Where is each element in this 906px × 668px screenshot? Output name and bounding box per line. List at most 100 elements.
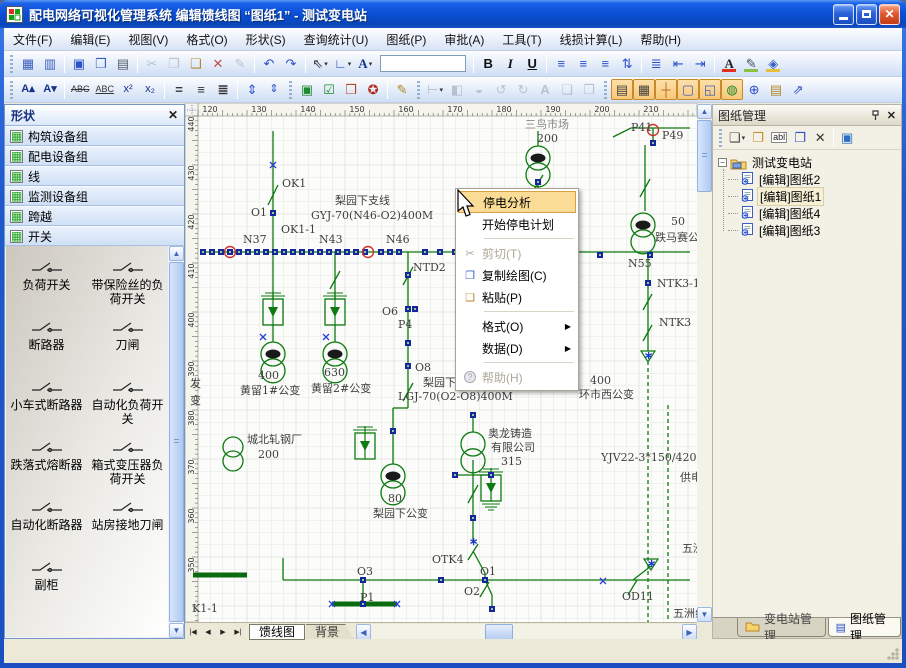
outdent-button[interactable]: ⇤: [667, 53, 689, 74]
context-item-7[interactable]: 格式(O)▶: [458, 315, 576, 337]
line-spacing-3-button[interactable]: ≣: [212, 79, 234, 100]
preview-button[interactable]: ❒: [90, 53, 112, 74]
tree-root[interactable]: − 测试变电站: [715, 154, 899, 171]
vscroll-thumb[interactable]: [697, 120, 712, 192]
highlight-button[interactable]: ✎: [740, 53, 762, 74]
minimize-button[interactable]: [833, 4, 854, 25]
shapes-scrollbar[interactable]: ▲ ▼: [169, 246, 184, 638]
print-button[interactable]: ▤: [112, 53, 134, 74]
scroll-up-icon[interactable]: ▲: [169, 246, 184, 261]
underline-button[interactable]: U: [521, 53, 543, 74]
rename-drawing-button[interactable]: abl: [768, 128, 790, 147]
scroll-right-icon[interactable]: ▶: [682, 624, 697, 640]
shape-category-1[interactable]: ▦配电设备组: [5, 146, 184, 166]
indent-button[interactable]: ⇥: [689, 53, 711, 74]
menu-item-3[interactable]: 格式(O): [177, 28, 236, 51]
redo-button[interactable]: ↷: [280, 53, 302, 74]
ruler-toggle[interactable]: ▤: [611, 79, 633, 100]
underline-abc-button[interactable]: ABC: [93, 79, 118, 100]
shape-category-0[interactable]: ▦构筑设备组: [5, 126, 184, 146]
flip-vertical-button[interactable]: ◒: [468, 79, 490, 100]
edit-note-button[interactable]: ✎: [391, 79, 413, 100]
vertical-text-button[interactable]: ⇅: [616, 53, 638, 74]
color-scheme-toggle[interactable]: ◍: [721, 79, 743, 100]
shape-item[interactable]: 带保险丝的负荷开关: [87, 252, 168, 312]
text-tool-button[interactable]: A▾: [354, 53, 376, 74]
menu-item-10[interactable]: 帮助(H): [631, 28, 690, 51]
format-painter-button[interactable]: ✎: [229, 53, 251, 74]
paste-button[interactable]: ❑: [185, 53, 207, 74]
first-sheet-button[interactable]: |◀: [186, 625, 200, 639]
pointer-tool-button[interactable]: ⇖▾: [309, 53, 331, 74]
shape-category-2[interactable]: ▦线: [5, 166, 184, 186]
approve-button[interactable]: ☑: [318, 79, 340, 100]
fill-color-button[interactable]: ◈: [762, 53, 784, 74]
vertical-scrollbar[interactable]: ▲ ▼: [697, 104, 712, 622]
panel-tab-0[interactable]: 变电站管理: [737, 618, 826, 637]
shape-category-3[interactable]: ▦监测设备组: [5, 186, 184, 206]
shape-item[interactable]: 自动化断路器: [6, 492, 87, 552]
guides-toggle[interactable]: ┼: [655, 79, 677, 100]
connector-tool-button[interactable]: ∟▾: [331, 53, 354, 74]
delete-drawing-button[interactable]: ✕: [810, 128, 830, 147]
shape-item[interactable]: 断路器: [6, 312, 87, 372]
context-item-3[interactable]: ✂剪切(T): [458, 242, 576, 264]
scroll-thumb[interactable]: [169, 262, 184, 622]
delete-button[interactable]: ✕: [207, 53, 229, 74]
font-color-button[interactable]: A: [718, 53, 740, 74]
hscroll-thumb[interactable]: [485, 624, 513, 640]
menu-item-9[interactable]: 线损计算(L): [551, 28, 632, 51]
grid-toggle[interactable]: ▦: [633, 79, 655, 100]
shape-item[interactable]: 副柜: [6, 552, 87, 612]
send-back-button[interactable]: ❐: [578, 79, 600, 100]
menu-item-6[interactable]: 图纸(P): [377, 28, 435, 51]
sheet-tab-0[interactable]: 馈线图: [249, 624, 305, 640]
shape-item[interactable]: 小车式断路器: [6, 372, 87, 432]
shape-item[interactable]: 站房接地刀闸: [87, 492, 168, 552]
strikethrough-button[interactable]: ABC: [68, 79, 93, 100]
stamp-button[interactable]: ✪: [362, 79, 384, 100]
shape-item[interactable]: 跌落式熔断器: [6, 432, 87, 492]
maximize-button[interactable]: [856, 4, 877, 25]
menu-item-1[interactable]: 编辑(E): [61, 28, 119, 51]
shape-item[interactable]: 箱式变压器负荷开关: [87, 432, 168, 492]
image-manager-button[interactable]: ▣: [296, 79, 318, 100]
grow-font-button[interactable]: A▴: [17, 79, 39, 100]
align-shapes-button[interactable]: ⊢▾: [424, 79, 446, 100]
copy-button[interactable]: ❐: [163, 53, 185, 74]
page-break-toggle[interactable]: ◱: [699, 79, 721, 100]
tree-item-0[interactable]: [编辑]图纸2: [728, 171, 899, 188]
panel-tab-1[interactable]: ▤图纸管理: [828, 618, 901, 637]
save-button[interactable]: ▣: [68, 53, 90, 74]
menu-item-5[interactable]: 查询统计(U): [295, 28, 378, 51]
shape-item[interactable]: 负荷开关: [6, 252, 87, 312]
sheet-tab-1[interactable]: 背景: [306, 624, 354, 640]
bring-front-button[interactable]: ❏: [556, 79, 578, 100]
context-item-5[interactable]: ❑粘贴(P): [458, 286, 576, 308]
align-left-button[interactable]: ≡: [550, 53, 572, 74]
cut-button[interactable]: ✂: [141, 53, 163, 74]
font-combobox[interactable]: [380, 55, 466, 72]
pin-icon[interactable]: [871, 110, 881, 121]
para-spacing-dec-button[interactable]: ⇕: [263, 79, 285, 100]
copy-drawing-button[interactable]: ❐: [790, 128, 810, 147]
export-drawing-button[interactable]: ▣: [837, 128, 857, 147]
undo-button[interactable]: ↶: [258, 53, 280, 74]
menu-item-8[interactable]: 工具(T): [493, 28, 550, 51]
route-button[interactable]: ⇗: [787, 79, 809, 100]
italic-button[interactable]: I: [499, 53, 521, 74]
rotate-right-button[interactable]: ↻: [512, 79, 534, 100]
scroll-down-icon[interactable]: ▼: [169, 623, 184, 638]
bold-button[interactable]: B: [477, 53, 499, 74]
menu-item-0[interactable]: 文件(F): [4, 28, 61, 51]
shape-category-4[interactable]: ▦跨越: [5, 206, 184, 226]
next-sheet-button[interactable]: ▶: [216, 625, 230, 639]
close-button[interactable]: ✕: [879, 4, 900, 25]
superscript-button[interactable]: x²: [117, 79, 139, 100]
scroll-up-icon[interactable]: ▲: [697, 104, 712, 119]
line-spacing-1-button[interactable]: =: [168, 79, 190, 100]
align-center-button[interactable]: ≡: [572, 53, 594, 74]
line-spacing-2-button[interactable]: ≡: [190, 79, 212, 100]
collapse-icon[interactable]: −: [718, 158, 727, 167]
pan-button[interactable]: ⊕: [743, 79, 765, 100]
